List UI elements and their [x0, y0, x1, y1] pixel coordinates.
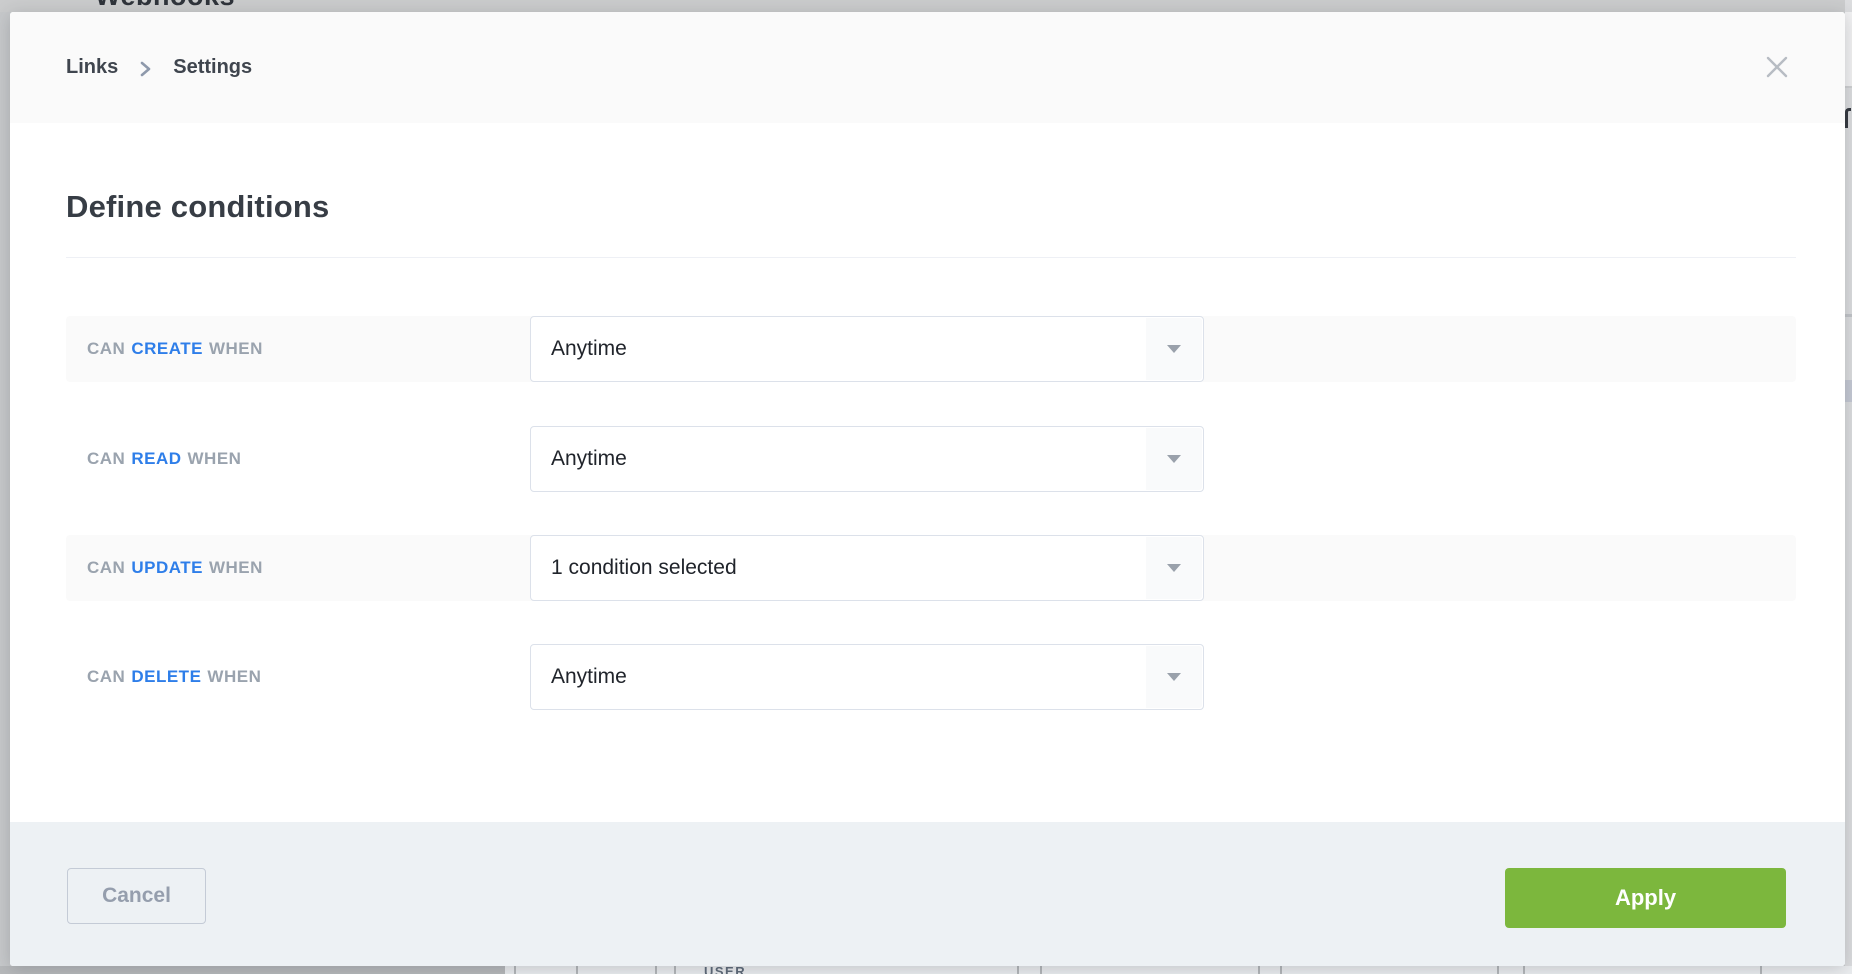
background-top-strip: Webhooks: [0, 0, 1852, 12]
chevron-right-icon: [139, 59, 152, 79]
dropdown-arrow-zone: [1146, 537, 1202, 599]
condition-row-create: CAN CREATE WHEN Anytime: [66, 316, 1796, 382]
breadcrumb: Links Settings: [66, 12, 252, 123]
dropdown-selected-value: Anytime: [551, 645, 627, 709]
background-right-divider: [1845, 86, 1852, 88]
delete-when-dropdown[interactable]: Anytime: [530, 644, 1204, 710]
dropdown-selected-value: 1 condition selected: [551, 536, 737, 600]
app-background: { "background": { "top_app_text": "Webho…: [0, 0, 1852, 974]
label-action: DELETE: [131, 667, 201, 687]
chevron-down-icon: [1167, 345, 1181, 353]
label-prefix: CAN: [87, 339, 125, 359]
label-suffix: WHEN: [209, 339, 263, 359]
condition-row-delete: CAN DELETE WHEN Anytime: [66, 644, 1796, 710]
dropdown-arrow-zone: [1146, 318, 1202, 380]
breadcrumb-item-links[interactable]: Links: [66, 56, 118, 79]
label-action: UPDATE: [131, 558, 203, 578]
background-right-mark: [1845, 314, 1852, 317]
modal-header: Links Settings: [10, 12, 1845, 123]
background-right-sliver: [1845, 0, 1852, 974]
condition-row-read: CAN READ WHEN Anytime: [66, 426, 1796, 492]
background-right-scroll-fragment: [1845, 380, 1852, 402]
label-suffix: WHEN: [207, 667, 261, 687]
table-column-border: [1523, 966, 1525, 974]
condition-row-update: CAN UPDATE WHEN 1 condition selected: [66, 535, 1796, 601]
chevron-down-icon: [1167, 455, 1181, 463]
label-suffix: WHEN: [209, 558, 263, 578]
background-table-fragment: USER: [0, 966, 1852, 974]
background-app-title: Webhooks: [95, 0, 235, 12]
table-column-border: [1497, 966, 1499, 974]
background-table-gutter: [0, 966, 505, 974]
condition-label-create: CAN CREATE WHEN: [87, 316, 263, 382]
table-column-border: [1280, 966, 1282, 974]
background-right-text-fragment: [1845, 108, 1851, 128]
chevron-down-icon: [1167, 564, 1181, 572]
table-column-border: [1760, 966, 1762, 974]
condition-label-read: CAN READ WHEN: [87, 426, 241, 492]
page-title: Define conditions: [66, 188, 329, 226]
label-action: READ: [131, 449, 181, 469]
table-column-border: [514, 966, 516, 974]
create-when-dropdown[interactable]: Anytime: [530, 316, 1204, 382]
modal-footer: Cancel Apply: [10, 822, 1845, 966]
dropdown-selected-value: Anytime: [551, 317, 627, 381]
chevron-down-icon: [1167, 673, 1181, 681]
dropdown-arrow-zone: [1146, 428, 1202, 490]
settings-modal: Links Settings Define conditions CAN CRE…: [10, 12, 1845, 966]
background-right-light: [1845, 12, 1852, 86]
read-when-dropdown[interactable]: Anytime: [530, 426, 1204, 492]
background-table-header-user: USER: [704, 966, 746, 974]
condition-label-delete: CAN DELETE WHEN: [87, 644, 261, 710]
apply-button[interactable]: Apply: [1505, 868, 1786, 928]
table-column-border: [1040, 966, 1042, 974]
title-divider: [66, 257, 1796, 258]
table-column-border: [674, 966, 676, 974]
table-column-border: [576, 966, 578, 974]
label-action: CREATE: [131, 339, 203, 359]
dropdown-selected-value: Anytime: [551, 427, 627, 491]
breadcrumb-item-settings: Settings: [173, 56, 252, 79]
table-column-border: [655, 966, 657, 974]
table-column-border: [1017, 966, 1019, 974]
label-suffix: WHEN: [188, 449, 242, 469]
label-prefix: CAN: [87, 667, 125, 687]
label-prefix: CAN: [87, 558, 125, 578]
table-column-border: [1258, 966, 1260, 974]
close-button[interactable]: [1761, 51, 1793, 83]
cancel-button[interactable]: Cancel: [67, 868, 206, 924]
label-prefix: CAN: [87, 449, 125, 469]
close-icon: [1765, 55, 1789, 79]
update-when-dropdown[interactable]: 1 condition selected: [530, 535, 1204, 601]
dropdown-arrow-zone: [1146, 646, 1202, 708]
condition-label-update: CAN UPDATE WHEN: [87, 535, 263, 601]
